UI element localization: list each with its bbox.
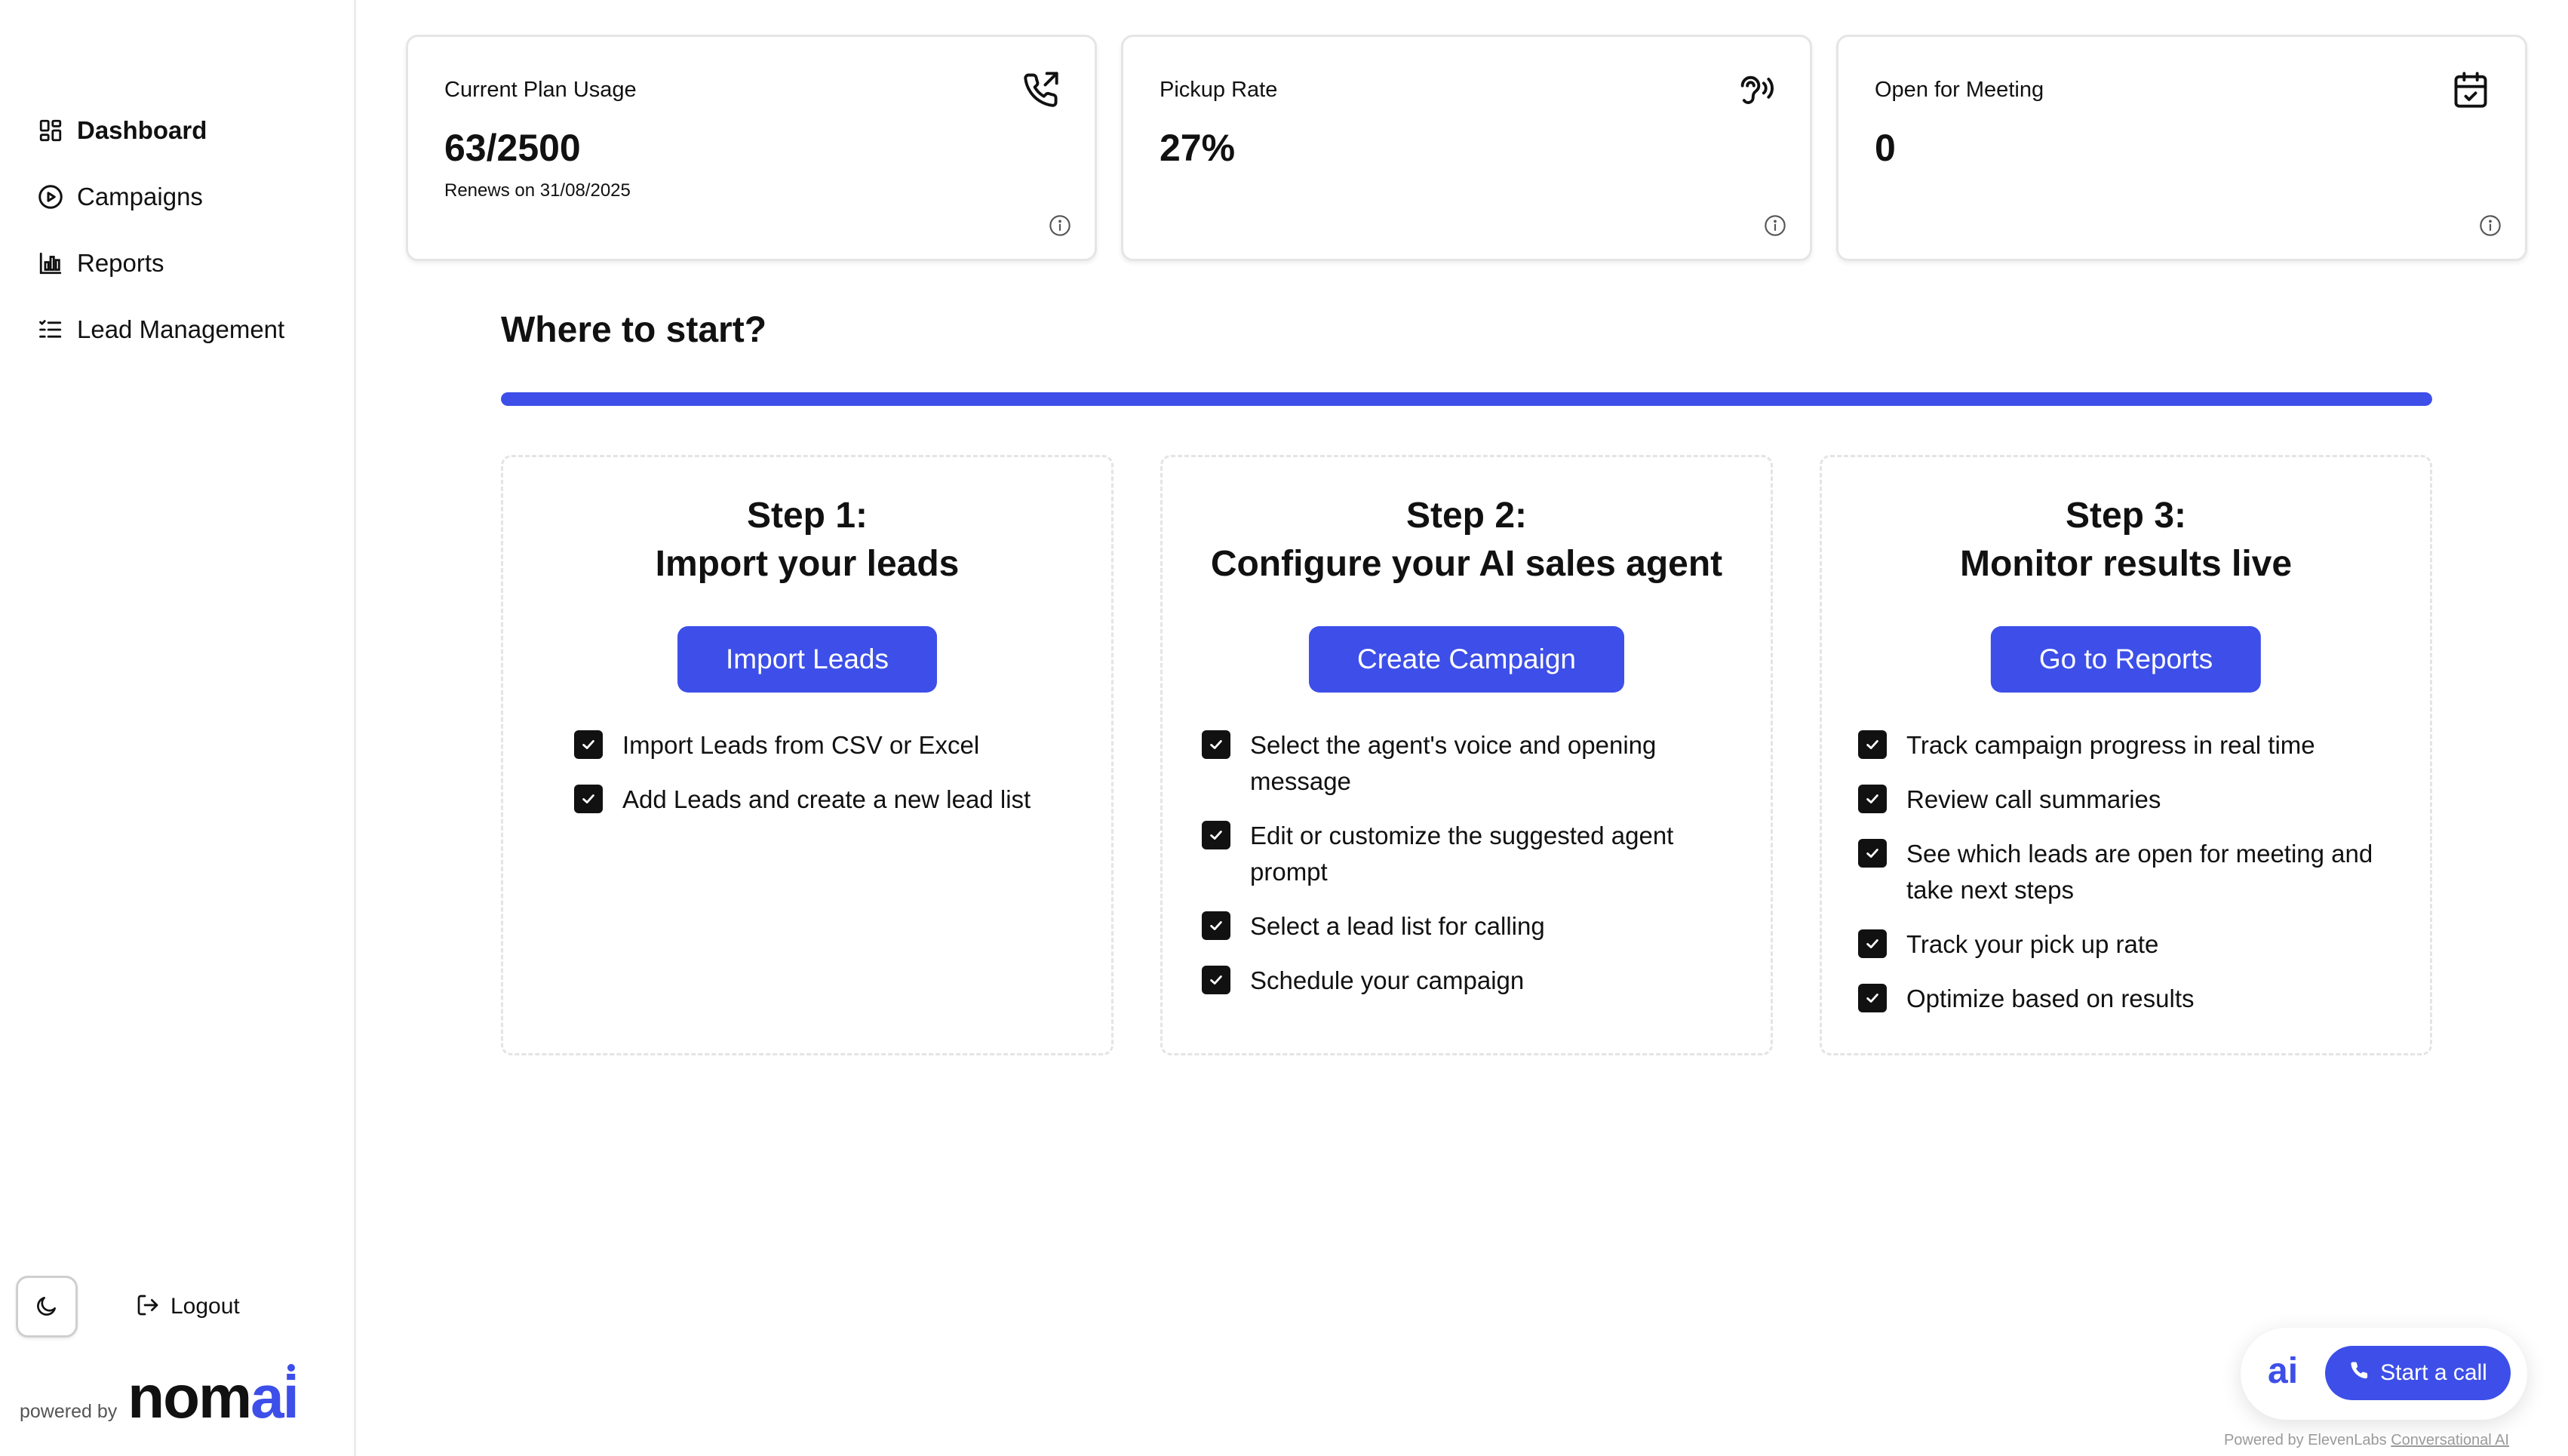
checkbox-checked-icon (574, 730, 603, 759)
checkbox-checked-icon (1858, 785, 1887, 813)
list-item: Schedule your campaign (1202, 963, 1725, 999)
voice-agent-widget: ai Start a call (2241, 1328, 2527, 1420)
sidebar-item-label: Lead Management (77, 315, 285, 343)
stat-card-plan-usage: Current Plan Usage 63/2500 Renews on 31/… (406, 35, 1097, 261)
sidebar-item-reports[interactable]: Reports (36, 241, 338, 286)
phone-icon (2348, 1359, 2380, 1387)
step-card-3: Step 3: Monitor results live Go to Repor… (1820, 455, 2432, 1055)
list-item: See which leads are open for meeting and… (1858, 836, 2385, 908)
step-checklist: Import Leads from CSV or Excel Add Leads… (574, 727, 1066, 836)
step-card-2: Step 2: Configure your AI sales agent Cr… (1160, 455, 1773, 1055)
checkbox-checked-icon (1202, 966, 1230, 994)
step-card-1: Step 1: Import your leads Import Leads I… (501, 455, 1114, 1055)
bar-chart-icon (36, 249, 65, 278)
sidebar-item-campaigns[interactable]: Campaigns (36, 174, 338, 220)
list-item: Track campaign progress in real time (1858, 727, 2385, 763)
step-title: Step 3: Monitor results live (1959, 496, 2293, 584)
list-item: Review call summaries (1858, 782, 2385, 818)
import-leads-button[interactable]: Import Leads (677, 626, 937, 693)
info-icon[interactable] (1048, 213, 1072, 238)
stat-title: Current Plan Usage (444, 78, 637, 102)
widget-footer-note: Powered by ElevenLabs Conversational AI (2223, 1432, 2509, 1448)
sidebar: Dashboard Campaigns Reports Lead Managem… (0, 0, 356, 1456)
stat-subtitle: Renews on 31/08/2025 (444, 180, 631, 201)
sidebar-item-label: Reports (77, 249, 164, 277)
checkbox-checked-icon (1202, 821, 1230, 849)
stat-card-open-for-meeting: Open for Meeting 0 (1836, 35, 2527, 261)
logout-icon (136, 1293, 160, 1321)
step-title: Step 2: Configure your AI sales agent (1210, 496, 1723, 584)
list-item: Track your pick up rate (1858, 926, 2385, 963)
stat-card-pickup-rate: Pickup Rate 27% (1121, 35, 1812, 261)
go-to-reports-button[interactable]: Go to Reports (1990, 626, 2262, 693)
stat-value: 27% (1160, 127, 1236, 169)
onboarding-progress-bar (501, 392, 2432, 406)
checkbox-checked-icon (1202, 730, 1230, 759)
checkbox-checked-icon (1858, 839, 1887, 868)
start-call-button[interactable]: Start a call (2325, 1346, 2511, 1400)
stat-value: 0 (1875, 127, 1896, 169)
calendar-check-icon (2451, 70, 2490, 109)
sidebar-item-label: Dashboard (77, 116, 207, 144)
moon-icon (35, 1294, 59, 1320)
list-item: Edit or customize the suggested agent pr… (1202, 818, 1725, 890)
conversational-ai-link[interactable]: Conversational AI (2391, 1432, 2509, 1448)
info-icon[interactable] (1763, 213, 1787, 238)
theme-toggle-button[interactable] (16, 1276, 78, 1338)
checkbox-checked-icon (1858, 730, 1887, 759)
create-campaign-button[interactable]: Create Campaign (1309, 626, 1624, 693)
where-to-start-heading: Where to start? (501, 310, 767, 350)
list-item: Select the agent's voice and opening mes… (1202, 727, 1725, 800)
list-item: Select a lead list for calling (1202, 908, 1725, 945)
start-call-label: Start a call (2380, 1360, 2487, 1385)
logout-button[interactable]: Logout (136, 1284, 240, 1329)
checkbox-checked-icon (1858, 929, 1887, 958)
list-item: Add Leads and create a new lead list (574, 782, 1066, 818)
step-title: Step 1: Import your leads (655, 496, 960, 584)
powered-by: powered by nomai (20, 1363, 299, 1430)
sidebar-item-lead-management[interactable]: Lead Management (36, 307, 338, 352)
phone-outgoing-icon (1021, 70, 1060, 109)
play-circle-icon (36, 183, 65, 211)
step-checklist: Select the agent's voice and opening mes… (1202, 727, 1725, 1017)
stat-title: Open for Meeting (1875, 78, 2044, 102)
widget-ai-logo: ai (2268, 1351, 2299, 1391)
checkbox-checked-icon (1202, 911, 1230, 940)
powered-by-label: powered by (20, 1401, 118, 1422)
checkbox-checked-icon (1858, 984, 1887, 1012)
checkbox-checked-icon (574, 785, 603, 813)
logout-label: Logout (170, 1294, 240, 1319)
ear-sound-icon (1736, 70, 1775, 109)
step-checklist: Track campaign progress in real time Rev… (1858, 727, 2385, 1035)
info-icon[interactable] (2478, 213, 2502, 238)
list-item: Optimize based on results (1858, 981, 2385, 1017)
list-item: Import Leads from CSV or Excel (574, 727, 1066, 763)
list-check-icon (36, 315, 65, 344)
progress-fill (501, 392, 2432, 406)
stat-value: 63/2500 (444, 127, 581, 169)
nomai-logo: nomai (127, 1363, 299, 1430)
dashboard-icon (36, 116, 65, 145)
sidebar-item-label: Campaigns (77, 183, 203, 210)
stat-title: Pickup Rate (1160, 78, 1278, 102)
sidebar-item-dashboard[interactable]: Dashboard (36, 108, 338, 153)
